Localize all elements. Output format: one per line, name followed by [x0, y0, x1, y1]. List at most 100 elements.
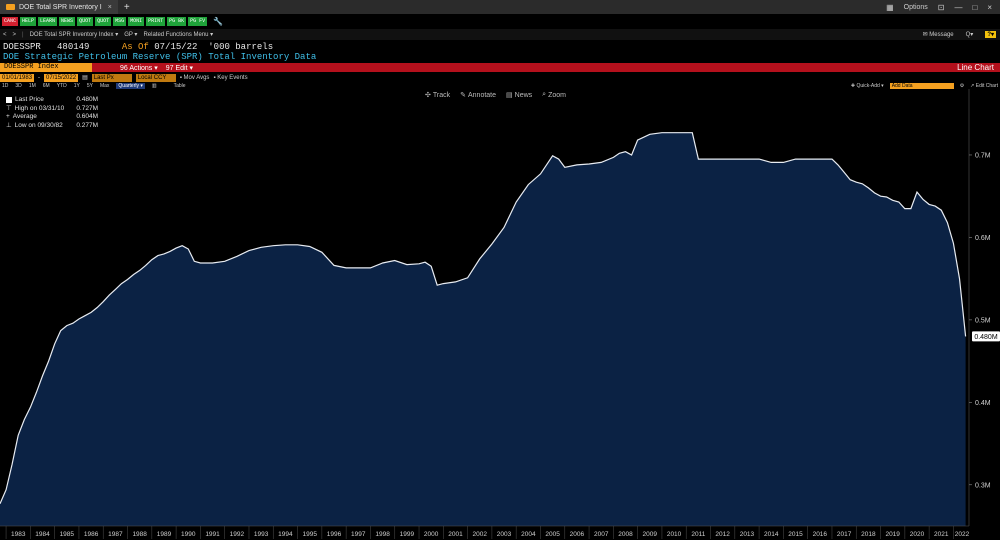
mov-avgs-label: Mov Avgs [183, 74, 210, 81]
security-menu[interactable]: DOE Total SPR Inventory Index ▾ [30, 31, 119, 38]
tab-close-icon[interactable]: × [108, 4, 112, 11]
fkey-cancel[interactable]: CANC [2, 17, 19, 26]
x-tick-label: 2017 [837, 531, 852, 538]
area-fill [0, 132, 966, 526]
fkey-page-back[interactable]: PG BK [167, 17, 187, 26]
asof-date: 07/15/22 [154, 41, 198, 52]
new-tab-button[interactable]: + [124, 2, 130, 13]
fkey-learn[interactable]: LEARN [38, 17, 58, 26]
legend-avg-value: 0.604M [76, 113, 98, 120]
ticker-input[interactable]: DOESSPR Index [0, 63, 92, 72]
track-label: Track [432, 91, 451, 99]
y-tick-label: 0.3M [975, 482, 991, 489]
fkey-msg[interactable]: MSG [113, 17, 127, 26]
x-tick-label: 1999 [400, 531, 415, 538]
nav-right-group: ✉ Message Q▾ ?▾ [923, 31, 1000, 38]
x-tick-label: 2003 [497, 531, 512, 538]
mov-avgs-toggle[interactable]: ▪ Mov Avgs [180, 75, 210, 81]
minimize-icon[interactable]: — [954, 3, 962, 12]
window-tab[interactable]: DOE Total SPR Inventory I × [0, 0, 118, 14]
x-tick-label: 1997 [351, 531, 366, 538]
close-window-icon[interactable]: × [987, 3, 992, 12]
grid-icon[interactable]: ▦ [886, 3, 894, 12]
security-ticker: DOESSPR [3, 41, 41, 52]
annotate-tool[interactable]: ✎ Annotate [460, 91, 497, 100]
chart-panel[interactable]: 0.3M 0.4M 0.5M 0.6M 0.7M 1983 1984 1985 1986 1987… [0, 89, 1000, 540]
help-icon[interactable]: ?▾ [985, 31, 996, 38]
legend-high-value: 0.727M [76, 104, 98, 112]
x-tick-label: 1985 [60, 531, 75, 538]
last-value-label: 0.480M [974, 334, 998, 341]
x-tick-label: 2004 [521, 531, 536, 538]
x-tick-label: 2000 [424, 531, 439, 538]
x-tick-label: 1993 [254, 531, 269, 538]
maximize-icon[interactable]: □ [972, 3, 977, 12]
chart-type-label: Line Chart [957, 63, 994, 72]
date-range-bar: 01/01/1983 - 07/15/2022 ▤ Last Px Local … [0, 73, 1000, 82]
zoom-tool[interactable]: ⌕ Zoom [542, 91, 566, 99]
annotate-label: Annotate [468, 91, 497, 99]
average-marker-icon: + [6, 113, 10, 120]
x-tick-label: 2007 [594, 531, 609, 538]
window-tab-label: DOE Total SPR Inventory I [19, 3, 102, 11]
nav-divider: | [22, 31, 24, 38]
y-tick-label: 0.4M [975, 400, 991, 407]
actions-menu[interactable]: 96 Actions ▾ [120, 64, 158, 72]
options-menu[interactable]: Options [904, 4, 928, 11]
gp-menu[interactable]: GP ▾ [124, 31, 137, 38]
zoom-label: Zoom [548, 91, 566, 99]
fkey-news[interactable]: NEWS [59, 17, 76, 26]
x-tick-label: 2008 [618, 531, 633, 538]
key-events-toggle[interactable]: ▪ Key Events [213, 75, 247, 81]
restore-icon[interactable]: ⊡ [938, 3, 945, 12]
fkey-print[interactable]: PRINT [146, 17, 166, 26]
fkey-page-forward[interactable]: PG FV [188, 17, 208, 26]
legend-high-label: High on 03/31/10 [14, 104, 65, 112]
x-tick-label: 2020 [910, 531, 925, 538]
legend-avg-label: Average [12, 113, 37, 120]
x-tick-label: 2014 [764, 531, 779, 538]
edit-menu[interactable]: 97 Edit ▾ [166, 64, 193, 72]
currency-select[interactable]: Local CCY [135, 73, 176, 82]
x-tick-label: 2002 [473, 531, 488, 538]
fkey-moni[interactable]: MONI [128, 17, 145, 26]
last-price-swatch [6, 97, 12, 104]
x-tick-label: 2018 [861, 531, 876, 538]
legend-last-label: Last Price [15, 96, 44, 103]
end-date-input[interactable]: 07/15/2022 [44, 73, 79, 82]
fkey-quot-2[interactable]: QUOT [95, 17, 112, 26]
search-icon[interactable]: Q▾ [966, 31, 974, 38]
x-tick-label: 2009 [643, 531, 658, 538]
x-tick-label: 2001 [448, 531, 463, 538]
forward-button[interactable]: > [13, 32, 17, 38]
legend-low-value: 0.277M [76, 121, 98, 129]
calendar-icon[interactable]: ▤ [82, 74, 88, 81]
related-functions-menu[interactable]: Related Functions Menu ▾ [143, 31, 213, 38]
security-units: '000 barrels [208, 41, 274, 52]
x-tick-label: 1987 [108, 531, 123, 538]
x-tick-label: 1991 [205, 531, 220, 538]
fkey-help[interactable]: HELP [20, 17, 37, 26]
x-tick-label: 1992 [230, 531, 245, 538]
window-title-bar: DOE Total SPR Inventory I × + ▦ Options … [0, 0, 1000, 14]
x-tick-label: 2022 [955, 531, 970, 538]
function-key-bar: CANC HELP LEARN NEWS QUOT QUOT MSG MONI … [0, 15, 1000, 28]
track-tool[interactable]: ✣ Track [425, 91, 451, 100]
message-button[interactable]: ✉ Message [923, 31, 954, 38]
news-label: News [514, 91, 533, 99]
start-date-input[interactable]: 01/01/1983 [0, 73, 35, 82]
bloomberg-tab-icon [6, 4, 15, 10]
field-select[interactable]: Last Px [91, 73, 132, 82]
fkey-quot-1[interactable]: QUOT [77, 17, 94, 26]
news-tool[interactable]: ▤ News [506, 91, 533, 100]
low-marker-icon: ⊥ [6, 121, 12, 129]
x-tick-label: 2016 [813, 531, 828, 538]
back-button[interactable]: < [3, 32, 7, 38]
wrench-icon[interactable]: 🔧 [213, 17, 223, 26]
navigation-bar: < > | DOE Total SPR Inventory Index ▾ GP… [0, 29, 1000, 40]
key-events-label: Key Events [217, 74, 248, 81]
x-tick-label: 1989 [157, 531, 172, 538]
security-value: 480149 [57, 41, 90, 52]
spr-inventory-chart[interactable]: 0.3M 0.4M 0.5M 0.6M 0.7M 1983 1984 1985 1986 1987… [0, 89, 1000, 540]
x-tick-label: 1984 [35, 531, 50, 538]
